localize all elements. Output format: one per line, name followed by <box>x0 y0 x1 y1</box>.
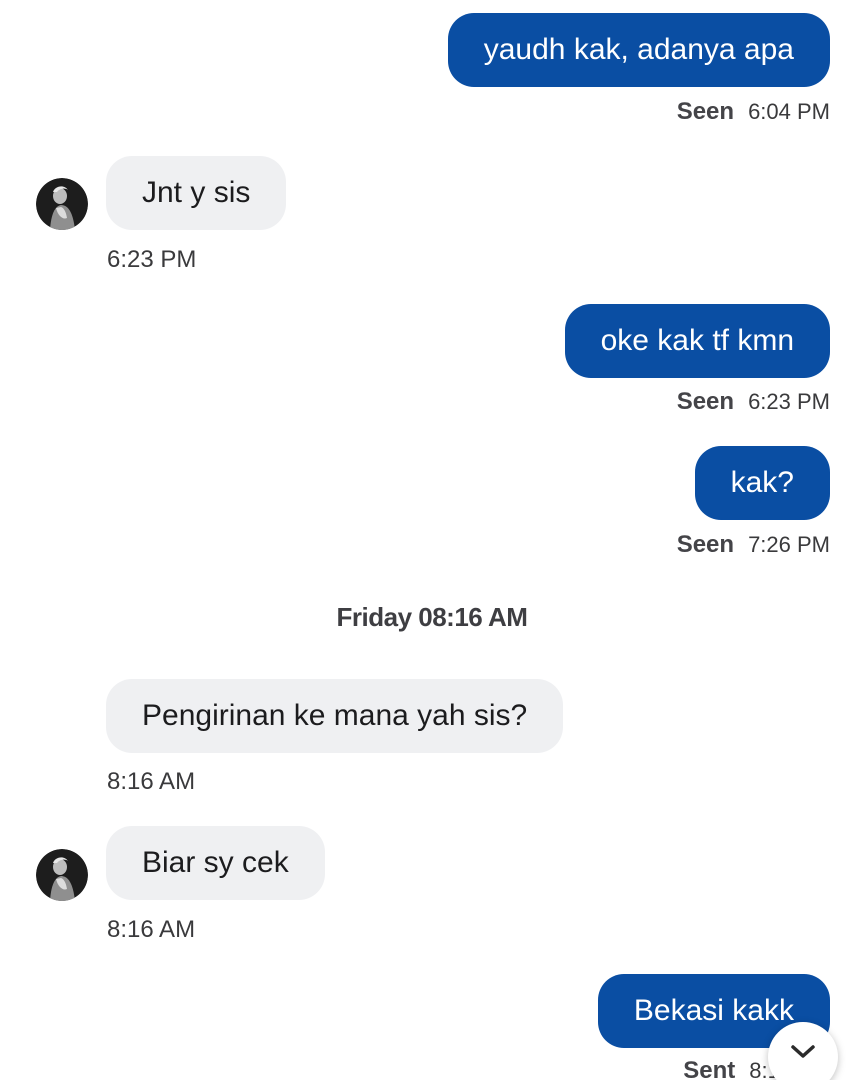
date-separator: Friday 08:16 AM <box>336 602 528 632</box>
outgoing-message[interactable]: kak? <box>694 446 830 520</box>
message-text: yaudh kak, adanya apa <box>483 33 794 66</box>
avatar-image <box>36 178 88 230</box>
message-status-row: Seen 6:23 PM <box>677 388 830 416</box>
contact-avatar[interactable] <box>36 849 88 901</box>
avatar-image <box>36 849 88 901</box>
message-status-row: Seen 7:26 PM <box>677 531 830 559</box>
message-text: Jnt y sis <box>142 176 251 209</box>
message-text: Biar sy cek <box>142 846 289 879</box>
chat-screen: yaudh kak, adanya apa Seen 6:04 PM Jnt y … <box>0 0 864 1080</box>
incoming-message[interactable]: Jnt y sis <box>106 156 287 230</box>
message-time: 6:23 PM <box>107 246 197 273</box>
message-time: 6:23 PM <box>748 389 830 414</box>
contact-avatar[interactable] <box>36 178 88 230</box>
status-seen: Seen <box>676 388 735 415</box>
message-text: kak? <box>730 466 794 499</box>
incoming-message[interactable]: Pengirinan ke mana yah sis? <box>106 679 564 753</box>
message-time: 7:26 PM <box>748 532 830 557</box>
outgoing-message[interactable]: oke kak tf kmn <box>564 304 830 378</box>
incoming-message[interactable]: Biar sy cek <box>106 826 325 900</box>
message-text: oke kak tf kmn <box>600 324 794 357</box>
message-time: 6:04 PM <box>748 99 830 124</box>
message-text: Bekasi kakk <box>633 994 794 1027</box>
chevron-down-icon <box>791 1045 815 1058</box>
message-text: Pengirinan ke mana yah sis? <box>142 699 528 732</box>
message-time: 8:16 AM <box>107 768 196 795</box>
status-sent: Sent <box>683 1057 736 1080</box>
message-status-row: Seen 6:04 PM <box>677 98 830 126</box>
outgoing-message[interactable]: yaudh kak, adanya apa <box>447 13 830 87</box>
status-seen: Seen <box>676 98 735 125</box>
message-time: 8:16 AM <box>107 916 196 943</box>
status-seen: Seen <box>676 531 735 558</box>
